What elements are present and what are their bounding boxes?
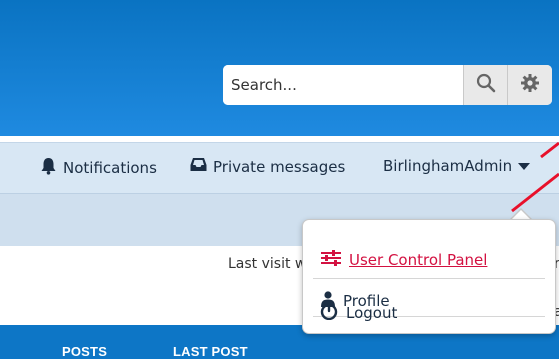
username-label: BirlinghamAdmin bbox=[383, 157, 513, 175]
caret-down-icon bbox=[518, 157, 531, 175]
bell-icon bbox=[40, 157, 57, 179]
private-messages-link[interactable]: Private messages bbox=[190, 157, 345, 176]
menu-item-logout[interactable]: Logout bbox=[320, 301, 398, 324]
menu-divider bbox=[313, 278, 545, 279]
search-box bbox=[223, 65, 552, 105]
site-header bbox=[0, 0, 559, 136]
power-icon bbox=[320, 301, 338, 324]
column-header-posts: POSTS bbox=[62, 344, 108, 359]
notifications-label: Notifications bbox=[63, 159, 157, 177]
menu-item-label: User Control Panel bbox=[349, 251, 488, 269]
menu-item-label: Logout bbox=[346, 304, 398, 322]
search-icon bbox=[476, 73, 496, 97]
advanced-search-button[interactable] bbox=[507, 65, 552, 105]
gear-icon bbox=[520, 73, 540, 97]
search-input[interactable] bbox=[223, 65, 463, 105]
column-header-last-post: LAST POST bbox=[173, 344, 248, 359]
private-messages-label: Private messages bbox=[213, 157, 346, 176]
search-button[interactable] bbox=[463, 65, 507, 105]
user-menu-toggle[interactable]: BirlinghamAdmin bbox=[383, 157, 531, 175]
menu-item-user-control-panel[interactable]: User Control Panel bbox=[321, 250, 487, 270]
notifications-link[interactable]: Notifications bbox=[40, 157, 157, 179]
sliders-icon bbox=[321, 250, 341, 270]
user-navbar: Notifications Private messages Birlingha… bbox=[0, 142, 559, 193]
inbox-icon bbox=[190, 157, 207, 176]
